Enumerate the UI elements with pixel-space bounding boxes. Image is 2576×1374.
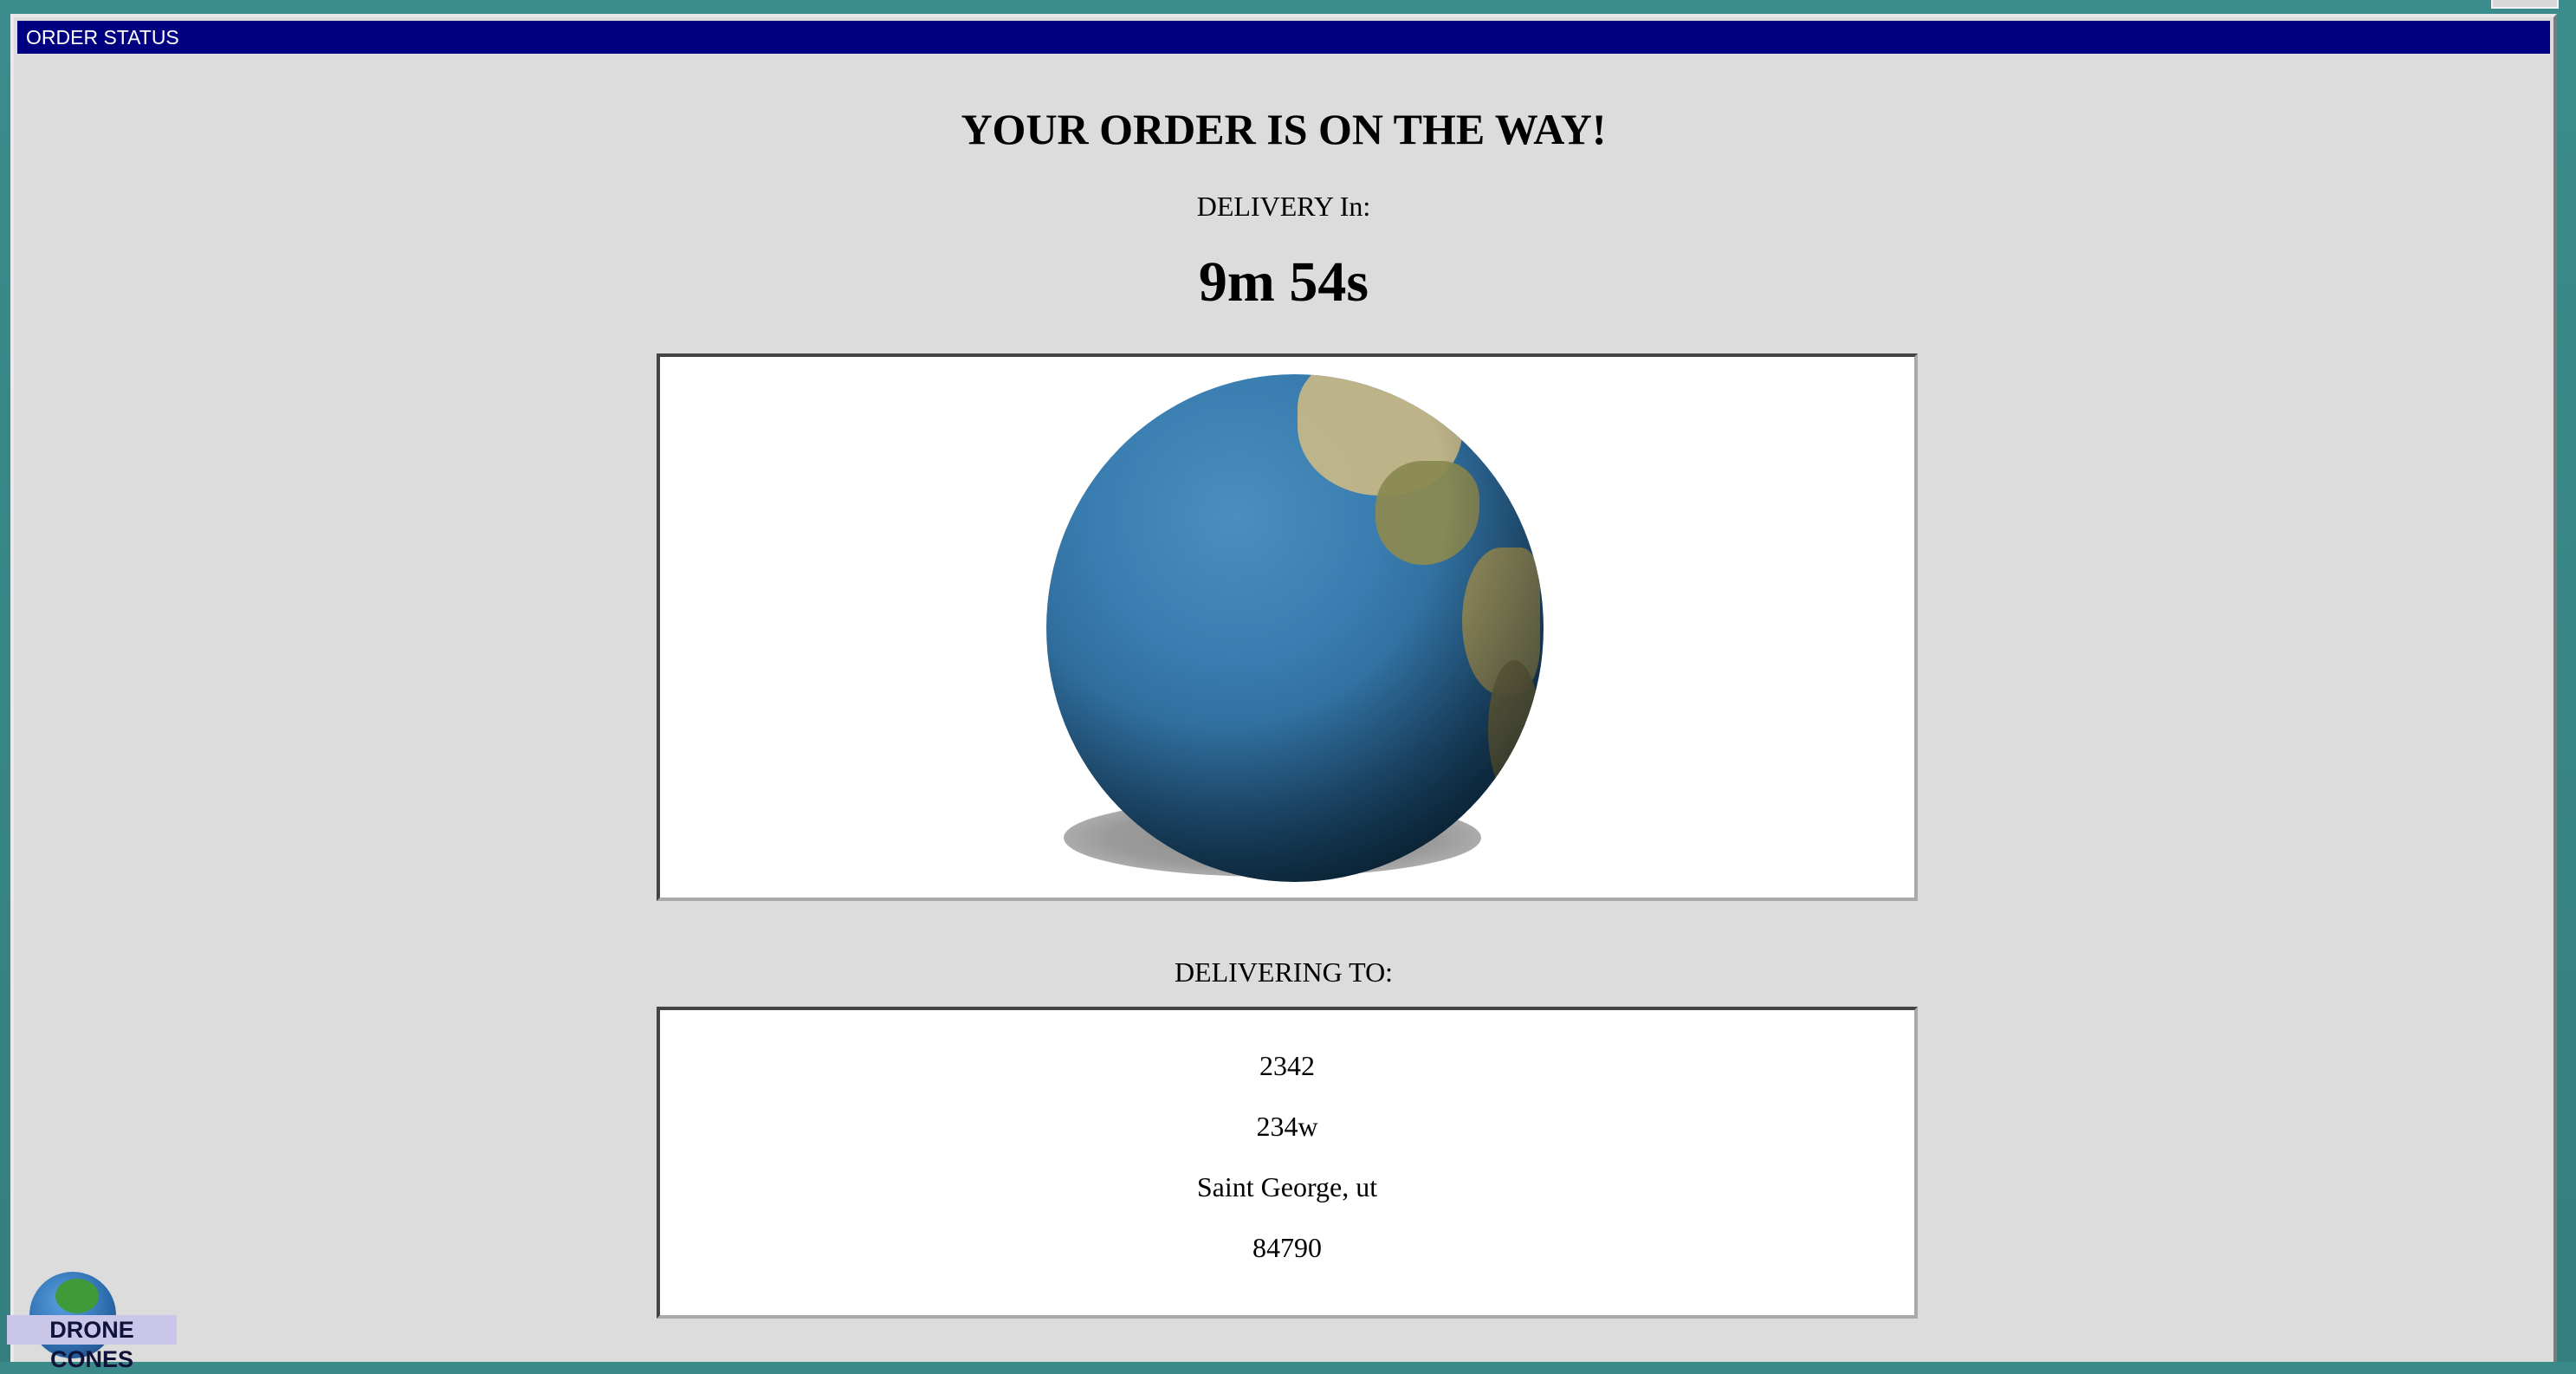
order-status-window: ORDER STATUS YOUR ORDER IS ON THE WAY! D… — [10, 14, 2557, 1362]
delivery-countdown: 9m 54s — [1198, 250, 1369, 314]
window-content: YOUR ORDER IS ON THE WAY! DELIVERY In: 9… — [14, 54, 2553, 1362]
address-line: 234w — [1256, 1111, 1318, 1142]
drone-cones-logo[interactable]: DRONE CONES — [7, 1272, 177, 1372]
address-line: 84790 — [1252, 1232, 1322, 1263]
delivery-time-label: DELIVERY In: — [1196, 191, 1371, 222]
desktop: ORDER STATUS YOUR ORDER IS ON THE WAY! D… — [0, 0, 2576, 1372]
delivering-to-label: DELIVERING TO: — [1174, 956, 1394, 988]
order-headline: YOUR ORDER IS ON THE WAY! — [961, 105, 1607, 153]
address-panel: 2342 234w Saint George, ut 84790 — [657, 1007, 1918, 1319]
address-line: 2342 — [1259, 1050, 1315, 1081]
logo-text: DRONE CONES — [7, 1315, 177, 1372]
spinning-globe-icon — [1046, 374, 1544, 882]
window-title: ORDER STATUS — [17, 21, 2550, 54]
globe-panel — [657, 353, 1918, 901]
desktop-corner-button[interactable] — [2491, 0, 2559, 9]
address-line: Saint George, ut — [1196, 1171, 1378, 1202]
